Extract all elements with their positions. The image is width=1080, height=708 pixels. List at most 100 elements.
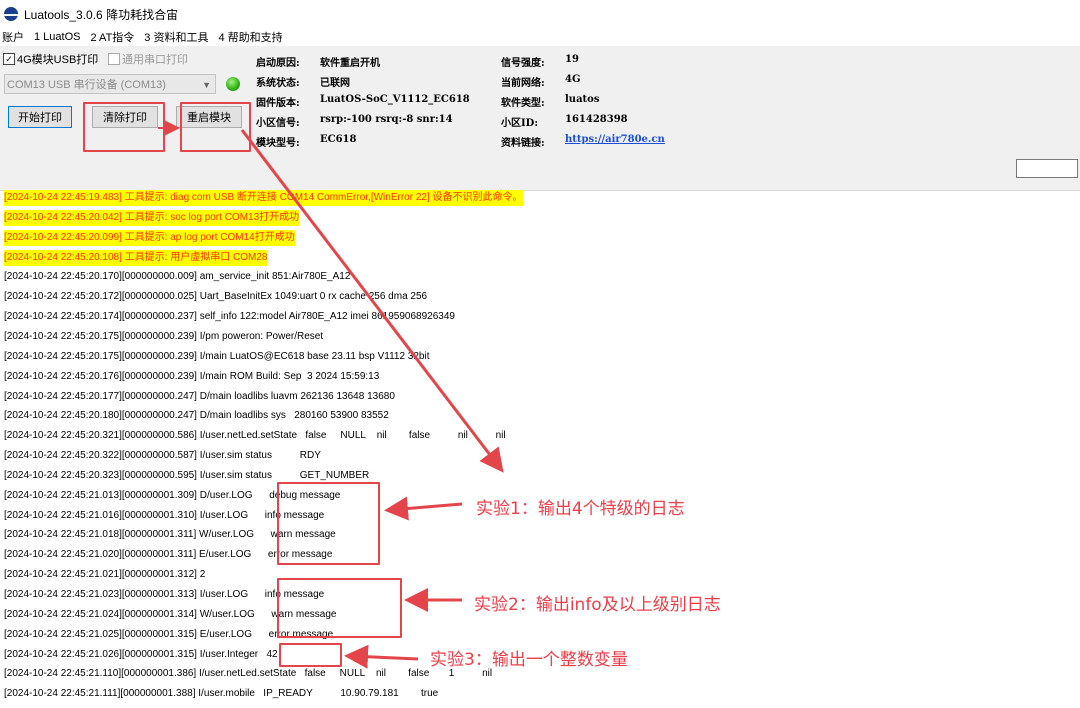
log-line: [2024-10-24 22:45:21.110][000000001.386]… [4,666,492,682]
title-bar: Luatools_3.0.6 降功耗找合宙 [0,0,1080,28]
info-value: 4G [565,74,581,85]
log-line: [2024-10-24 22:45:20.322][000000000.587]… [4,448,321,464]
log-line: [2024-10-24 22:45:20.180][000000000.247]… [4,408,389,424]
log-line: [2024-10-24 22:45:20.172][000000000.025]… [4,289,427,305]
log-message: [000000000.239] I/main ROM Build: Sep 3 … [121,371,380,382]
checkbox-empty-icon [108,53,120,65]
highlight-box-clear-print [83,102,165,152]
log-message: [000000000.237] self_info 122:model Air7… [121,311,455,322]
log-line: [2024-10-24 22:45:20.108] 工具提示: 用户虚拟串口 C… [4,250,268,266]
log-timestamp: [2024-10-24 22:45:20.174] [4,311,122,322]
menu-bar: 账户 1 LuatOS 2 AT指令 3 资料和工具 4 帮助和支持 [0,28,1080,46]
info-key: 软件类型: [501,98,545,109]
info-value: rsrp:-100 rsrq:-8 snr:14 [320,114,453,125]
info-key: 小区ID: [501,118,539,129]
log-message: [000000000.586] I/user.netLed.setState f… [121,430,506,441]
log-timestamp: [2024-10-24 22:45:21.025] [4,629,122,640]
log-timestamp: [2024-10-24 22:45:20.170] [4,271,122,282]
annotation-exp2: 实验2：输出info及以上级别日志 [474,595,721,615]
port-select[interactable]: COM13 USB 串行设备 (COM13) ▼ [4,74,216,94]
log-message: [000000000.247] D/main loadlibs luavm 26… [121,391,395,402]
info-key: 系统状态: [256,78,300,89]
filter-input[interactable] [1016,159,1078,178]
luatools-logo-icon [4,7,18,21]
log-timestamp: [2024-10-24 22:45:21.026] [4,649,122,660]
info-key: 启动原因: [256,58,300,69]
log-timestamp: [2024-10-24 22:45:20.322] [4,450,122,461]
menu-resources-tools[interactable]: 3 资料和工具 [144,29,208,45]
log-timestamp: [2024-10-24 22:45:20.321] [4,430,122,441]
log-line: [2024-10-24 22:45:21.026][000000001.315]… [4,647,278,663]
info-value: 19 [565,54,579,65]
info-value: LuatOS-SoC_V1112_EC618 [320,94,470,105]
log-message: [000000000.239] I/pm poweron: Power/Rese… [121,331,324,342]
log-message: [000000000.239] I/main LuatOS@EC618 base… [121,351,430,362]
serial-print-checkbox[interactable]: 通用串口打印 [108,51,188,67]
log-timestamp: [2024-10-24 22:45:21.021] [4,569,122,580]
log-timestamp: [2024-10-24 22:45:20.175] [4,331,122,342]
log-timestamp: [2024-10-24 22:45:20.177] [4,391,122,402]
log-line: [2024-10-24 22:45:20.170][000000000.009]… [4,269,350,285]
log-line: [2024-10-24 22:45:19.483] 工具提示: diag com… [4,190,523,206]
info-key: 小区信号: [256,118,300,129]
log-timestamp: [2024-10-24 22:45:21.020] [4,549,122,560]
log-timestamp: [2024-10-24 22:45:20.099] [4,232,122,243]
info-value: 161428398 [565,114,628,125]
log-timestamp: [2024-10-24 22:45:20.323] [4,470,122,481]
annotation-exp3: 实验3：输出一个整数变量 [430,650,628,670]
info-key: 模块型号: [256,138,300,149]
log-line: [2024-10-24 22:45:20.042] 工具提示: soc log … [4,210,300,226]
highlight-box-exp1 [277,482,380,565]
info-value: 软件重启开机 [320,58,380,69]
log-message: 工具提示: 用户虚拟串口 COM28 [121,252,268,263]
resource-link[interactable]: https://air780e.cn [565,134,665,145]
log-timestamp: [2024-10-24 22:45:21.016] [4,510,122,521]
log-timestamp: [2024-10-24 22:45:20.108] [4,252,122,263]
info-key: 信号强度: [501,58,545,69]
log-message: [000000001.315] I/user.Integer 42 [121,649,278,660]
usb-print-label: 4G模块USB打印 [17,54,99,66]
info-key: 固件版本: [256,98,300,109]
log-timestamp: [2024-10-24 22:45:21.018] [4,529,122,540]
log-line: [2024-10-24 22:45:21.111][000000001.388]… [4,686,438,702]
log-message: 工具提示: soc log port COM13打开成功 [121,212,300,223]
menu-help-support[interactable]: 4 帮助和支持 [218,29,282,45]
menu-account[interactable]: 账户 [2,29,24,45]
log-message: [000000000.025] Uart_BaseInitEx 1049:uar… [121,291,428,302]
menu-luatos[interactable]: 1 LuatOS [34,31,80,43]
green-status-led [226,77,240,91]
log-message: 工具提示: diag com USB 断开连接 COM14 CommError,… [121,192,523,203]
checkbox-checked-icon: ✓ [3,53,15,65]
log-message: [000000000.247] D/main loadlibs sys 2801… [121,410,389,421]
log-message: [000000000.587] I/user.sim status RDY [121,450,321,461]
start-print-button[interactable]: 开始打印 [8,106,72,128]
highlight-box-exp2 [277,578,402,638]
control-panel: ✓ 4G模块USB打印 通用串口打印 COM13 USB 串行设备 (COM13… [0,46,1080,191]
chevron-down-icon: ▼ [202,80,211,90]
log-line: [2024-10-24 22:45:20.099] 工具提示: ap log p… [4,230,295,246]
info-key: 当前网络: [501,78,545,89]
log-line: [2024-10-24 22:45:20.174][000000000.237]… [4,309,455,325]
info-value: luatos [565,94,600,105]
info-key: 资料链接: [501,138,545,149]
log-timestamp: [2024-10-24 22:45:20.180] [4,410,122,421]
usb-print-checkbox[interactable]: ✓ 4G模块USB打印 [3,51,98,67]
log-timestamp: [2024-10-24 22:45:21.110] [4,668,122,679]
menu-at-commands[interactable]: 2 AT指令 [90,29,134,45]
log-timestamp: [2024-10-24 22:45:21.023] [4,589,122,600]
start-print-label: 开始打印 [18,112,62,124]
log-line: [2024-10-24 22:45:21.021][000000001.312]… [4,567,205,583]
highlight-box-exp3 [279,643,342,667]
annotation-exp1: 实验1：输出4个特级的日志 [476,499,685,519]
log-timestamp: [2024-10-24 22:45:20.172] [4,291,122,302]
log-line: [2024-10-24 22:45:20.177][000000000.247]… [4,389,395,405]
log-message: [000000001.312] 2 [121,569,206,580]
log-message: 工具提示: ap log port COM14打开成功 [121,232,295,243]
log-message: [000000001.388] I/user.mobile IP_READY 1… [120,688,439,699]
log-message: [000000000.009] am_service_init 851:Air7… [121,271,351,282]
log-timestamp: [2024-10-24 22:45:20.042] [4,212,122,223]
log-timestamp: [2024-10-24 22:45:21.024] [4,609,122,620]
log-timestamp: [2024-10-24 22:45:19.483] [4,192,122,203]
log-timestamp: [2024-10-24 22:45:21.111] [4,688,121,699]
log-timestamp: [2024-10-24 22:45:21.013] [4,490,122,501]
